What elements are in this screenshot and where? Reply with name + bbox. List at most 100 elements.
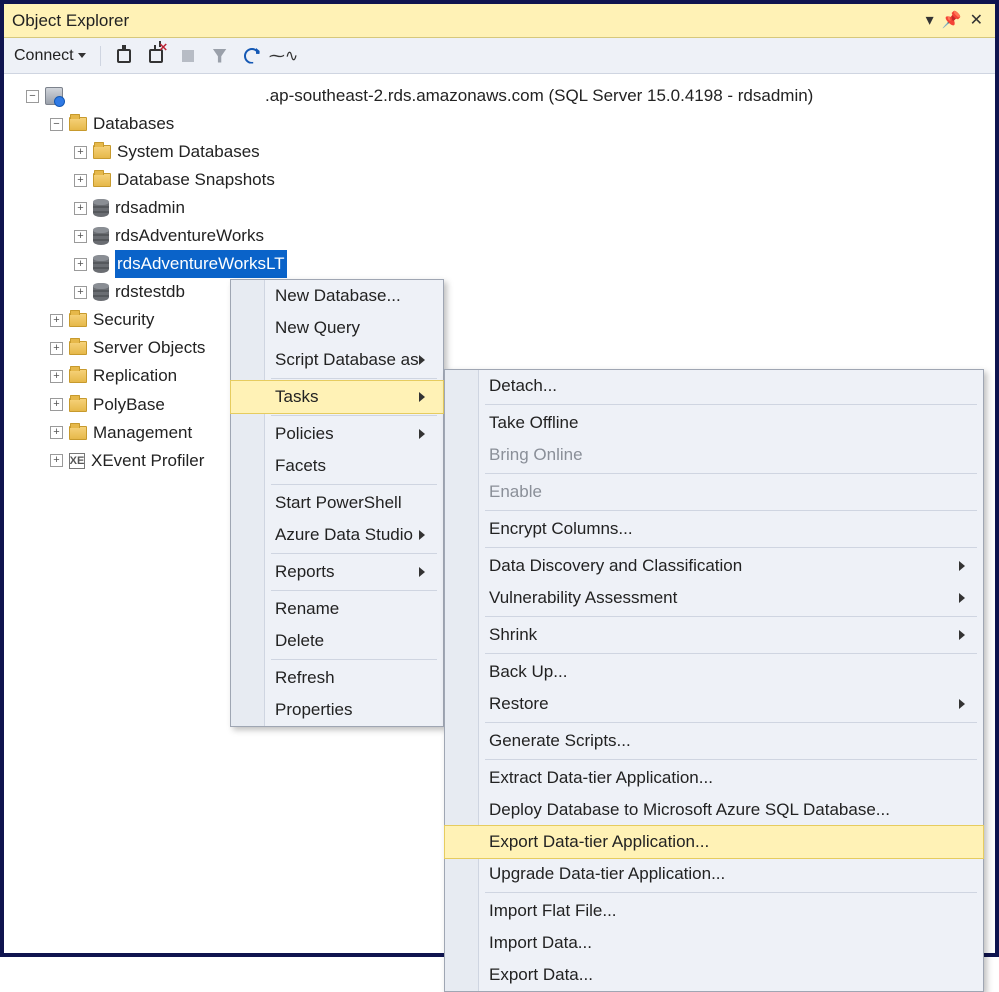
server-icon [45, 87, 63, 105]
panel-title: Object Explorer [12, 11, 129, 31]
menu-facets[interactable]: Facets [231, 450, 443, 482]
close-icon[interactable]: ✕ [970, 13, 983, 29]
menu-delete[interactable]: Delete [231, 625, 443, 657]
database-icon [93, 255, 109, 273]
expand-toggle-icon[interactable]: + [50, 370, 63, 383]
database-icon [93, 283, 109, 301]
submenu-arrow-icon [419, 429, 425, 439]
refresh-icon[interactable] [243, 47, 261, 65]
menu-generate-scripts[interactable]: Generate Scripts... [445, 725, 983, 757]
window-menu-icon[interactable]: ▾ [926, 13, 934, 29]
menu-policies[interactable]: Policies [231, 418, 443, 450]
menu-refresh[interactable]: Refresh [231, 662, 443, 694]
menu-detach[interactable]: Detach... [445, 370, 983, 402]
menu-properties[interactable]: Properties [231, 694, 443, 726]
security-node[interactable]: + Security [8, 306, 991, 334]
expand-toggle-icon[interactable]: + [74, 258, 87, 271]
folder-icon [93, 173, 111, 187]
database-context-menu: New Database... New Query Script Databas… [230, 279, 444, 727]
expand-toggle-icon[interactable]: + [74, 230, 87, 243]
menu-data-discovery[interactable]: Data Discovery and Classification [445, 550, 983, 582]
database-icon [93, 227, 109, 245]
db-rdsadventureworks-node[interactable]: + rdsAdventureWorks [8, 222, 991, 250]
node-label: Server Objects [93, 334, 205, 362]
disconnect-icon[interactable] [147, 47, 165, 65]
expand-toggle-icon[interactable]: + [50, 454, 63, 467]
expand-toggle-icon[interactable]: + [74, 174, 87, 187]
databases-label: Databases [93, 110, 174, 138]
expand-toggle-icon[interactable]: + [74, 146, 87, 159]
connect-object-icon[interactable] [115, 47, 133, 65]
xevent-icon: XE [69, 453, 85, 469]
menu-export-data-tier[interactable]: Export Data-tier Application... [445, 826, 983, 858]
submenu-arrow-icon [419, 567, 425, 577]
menu-separator [485, 404, 977, 405]
menu-extract-data-tier[interactable]: Extract Data-tier Application... [445, 762, 983, 794]
folder-icon [69, 426, 87, 440]
menu-shrink[interactable]: Shrink [445, 619, 983, 651]
activity-monitor-icon[interactable]: ⁓∿ [275, 47, 293, 65]
server-label: .ap-southeast-2.rds.amazonaws.com (SQL S… [265, 82, 813, 110]
menu-separator [485, 510, 977, 511]
tasks-submenu: Detach... Take Offline Bring Online Enab… [444, 369, 984, 992]
menu-import-flat-file[interactable]: Import Flat File... [445, 895, 983, 927]
db-rdsadmin-node[interactable]: + rdsadmin [8, 194, 991, 222]
connect-label: Connect [14, 47, 74, 65]
node-label: XEvent Profiler [91, 447, 204, 475]
menu-vulnerability-assessment[interactable]: Vulnerability Assessment [445, 582, 983, 614]
db-rdstestdb-node[interactable]: + rdstestdb [8, 278, 991, 306]
object-explorer-toolbar: Connect ⁓∿ [4, 38, 995, 74]
menu-rename[interactable]: Rename [231, 593, 443, 625]
menu-upgrade-data-tier[interactable]: Upgrade Data-tier Application... [445, 858, 983, 890]
db-rdsadventureworkslt-node[interactable]: + rdsAdventureWorksLT [8, 250, 991, 278]
menu-new-database[interactable]: New Database... [231, 280, 443, 312]
expand-toggle-icon[interactable]: + [50, 398, 63, 411]
node-label: PolyBase [93, 391, 165, 419]
menu-reports[interactable]: Reports [231, 556, 443, 588]
menu-separator [271, 659, 437, 660]
stop-icon[interactable] [179, 47, 197, 65]
menu-azure-data-studio[interactable]: Azure Data Studio [231, 519, 443, 551]
database-snapshots-node[interactable]: + Database Snapshots [8, 166, 991, 194]
menu-separator [271, 484, 437, 485]
menu-separator [271, 415, 437, 416]
menu-take-offline[interactable]: Take Offline [445, 407, 983, 439]
menu-import-data[interactable]: Import Data... [445, 927, 983, 959]
collapse-toggle-icon[interactable]: − [26, 90, 39, 103]
node-label: System Databases [117, 138, 260, 166]
panel-titlebar: Object Explorer ▾ 📌 ✕ [4, 4, 995, 38]
node-label: Management [93, 419, 192, 447]
expand-toggle-icon[interactable]: + [50, 314, 63, 327]
menu-script-database-as[interactable]: Script Database as [231, 344, 443, 376]
expand-toggle-icon[interactable]: + [74, 286, 87, 299]
expand-toggle-icon[interactable]: + [50, 342, 63, 355]
node-label: Security [93, 306, 154, 334]
node-label: Replication [93, 362, 177, 390]
menu-back-up[interactable]: Back Up... [445, 656, 983, 688]
server-node[interactable]: − .ap-southeast-2.rds.amazonaws.com (SQL… [8, 82, 991, 110]
menu-export-data[interactable]: Export Data... [445, 959, 983, 991]
folder-icon [69, 117, 87, 131]
submenu-arrow-icon [419, 530, 425, 540]
menu-deploy-azure[interactable]: Deploy Database to Microsoft Azure SQL D… [445, 794, 983, 826]
folder-icon [69, 313, 87, 327]
databases-node[interactable]: − Databases [8, 110, 991, 138]
menu-separator [485, 653, 977, 654]
menu-bring-online: Bring Online [445, 439, 983, 471]
expand-toggle-icon[interactable]: + [74, 202, 87, 215]
folder-icon [69, 341, 87, 355]
folder-icon [69, 398, 87, 412]
server-objects-node[interactable]: + Server Objects [8, 334, 991, 362]
pin-icon[interactable]: 📌 [942, 13, 962, 29]
node-label: rdsAdventureWorks [115, 222, 264, 250]
menu-tasks[interactable]: Tasks [231, 381, 443, 413]
collapse-toggle-icon[interactable]: − [50, 118, 63, 131]
filter-icon[interactable] [211, 47, 229, 65]
menu-start-powershell[interactable]: Start PowerShell [231, 487, 443, 519]
menu-restore[interactable]: Restore [445, 688, 983, 720]
menu-encrypt-columns[interactable]: Encrypt Columns... [445, 513, 983, 545]
system-databases-node[interactable]: + System Databases [8, 138, 991, 166]
connect-button[interactable]: Connect [14, 47, 86, 65]
menu-new-query[interactable]: New Query [231, 312, 443, 344]
expand-toggle-icon[interactable]: + [50, 426, 63, 439]
